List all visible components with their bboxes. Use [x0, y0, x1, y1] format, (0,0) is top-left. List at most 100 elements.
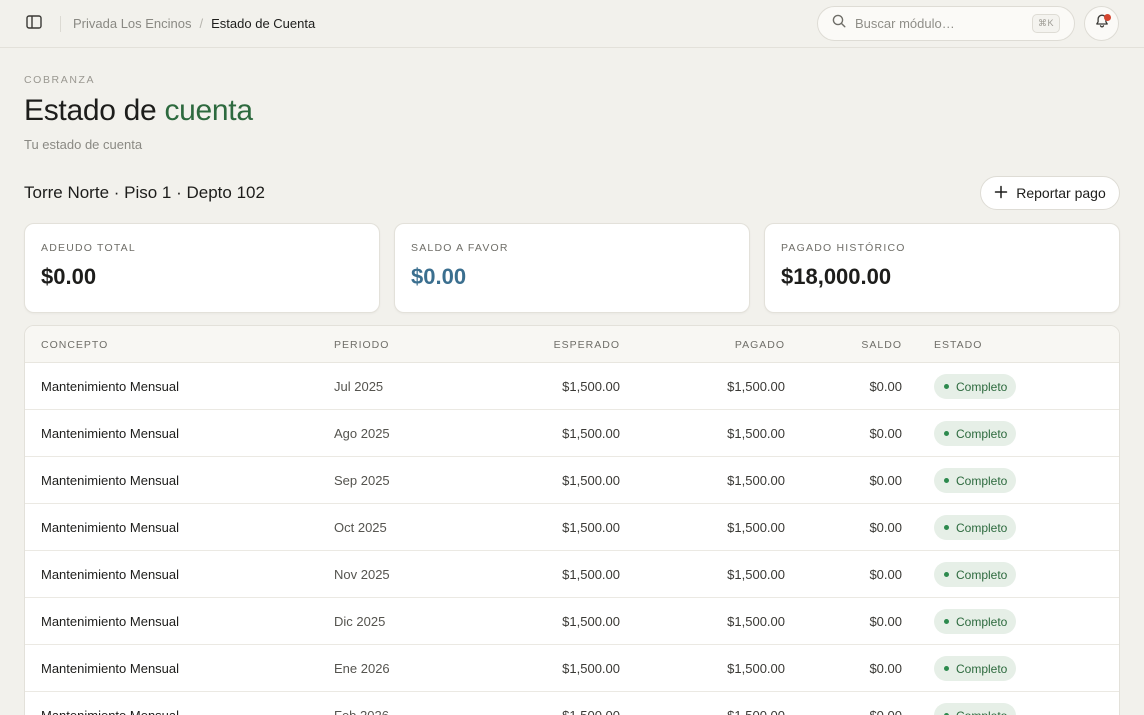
- cell-paid: $1,500.00: [727, 379, 785, 394]
- cell-expected: $1,500.00: [562, 426, 620, 441]
- cell-period: Ago 2025: [334, 426, 390, 441]
- column-header-paid: PAGADO: [734, 339, 785, 351]
- cell-balance: $0.00: [869, 520, 902, 535]
- cell-balance: $0.00: [869, 426, 902, 441]
- cell-expected: $1,500.00: [562, 567, 620, 582]
- status-badge: Completo: [934, 421, 1017, 446]
- total-debt-card: ADEUDO TOTAL $0.00: [24, 223, 380, 313]
- status-badge: Completo: [934, 656, 1017, 681]
- status-badge: Completo: [934, 468, 1017, 493]
- status-label: Completo: [956, 379, 1008, 394]
- cell-expected: $1,500.00: [562, 379, 620, 394]
- column-header-concept: CONCEPTO: [41, 339, 109, 351]
- cell-period: Sep 2025: [334, 473, 390, 488]
- status-dot-icon: [944, 431, 949, 436]
- status-label: Completo: [956, 426, 1008, 441]
- cell-paid: $1,500.00: [727, 661, 785, 676]
- breadcrumb-parent-link[interactable]: Privada Los Encinos: [73, 16, 192, 31]
- cell-paid: $1,500.00: [685, 708, 785, 715]
- status-dot-icon: [944, 666, 949, 671]
- cell-concept: Mantenimiento Mensual: [41, 426, 180, 441]
- card-label: SALDO A FAVOR: [411, 242, 509, 254]
- account-statement-table: CONCEPTO PERIODO ESPERADO PAGADO SALDO E…: [24, 325, 1120, 715]
- cell-balance: $0.00: [802, 708, 902, 715]
- cell-period: Nov 2025: [334, 567, 390, 582]
- table-row[interactable]: Mantenimiento Mensual Ene 2026 $1,500.00 $1…: [25, 645, 1119, 692]
- historical-paid-card: PAGADO HISTÓRICO $18,000.00: [764, 223, 1120, 313]
- cell-period: Ene 2026: [334, 661, 390, 676]
- top-bar: Privada Los Encinos / Estado de Cuenta B…: [0, 0, 1144, 48]
- breadcrumb-current: Estado de Cuenta: [211, 16, 316, 31]
- column-header-status: ESTADO: [934, 339, 983, 351]
- cell-balance: $0.00: [869, 567, 902, 582]
- page-title-accent: cuenta: [164, 94, 253, 127]
- report-payment-label: Reportar pago: [1016, 185, 1106, 201]
- card-value: $18,000.00: [781, 264, 892, 289]
- notifications-button[interactable]: [1084, 6, 1119, 41]
- cell-concept: Mantenimiento Mensual: [41, 567, 180, 582]
- status-label: Completo: [956, 473, 1008, 488]
- page-title: Estado de cuenta: [24, 94, 253, 128]
- status-dot-icon: [944, 572, 949, 577]
- cell-concept: Mantenimiento Mensual: [41, 708, 179, 715]
- module-search[interactable]: Buscar módulo… ⌘K: [817, 6, 1075, 41]
- cell-expected: $1,500.00: [562, 473, 620, 488]
- cell-period: Jul 2025: [334, 379, 384, 394]
- breadcrumb-divider: [60, 15, 61, 32]
- table-row[interactable]: Mantenimiento Mensual Nov 2025 $1,500.00 $1…: [25, 551, 1119, 598]
- cell-period: Feb 2026: [334, 708, 389, 715]
- cell-concept: Mantenimiento Mensual: [41, 520, 180, 535]
- status-dot-icon: [944, 384, 949, 389]
- report-payment-button[interactable]: Reportar pago: [980, 176, 1120, 210]
- status-badge: Completo: [934, 515, 1017, 540]
- cell-concept: Mantenimiento Mensual: [41, 473, 180, 488]
- notification-dot: [1104, 14, 1111, 21]
- cell-paid: $1,500.00: [727, 614, 785, 629]
- sidebar-toggle-icon: [26, 14, 42, 34]
- card-value: $0.00: [41, 264, 97, 289]
- search-input[interactable]: Buscar módulo…: [855, 16, 1032, 31]
- table-row[interactable]: Mantenimiento Mensual Sep 2025 $1,500.00 $1…: [25, 457, 1119, 504]
- cell-expected: $1,500.00: [562, 661, 620, 676]
- cell-period: Oct 2025: [334, 520, 387, 535]
- cell-concept: Mantenimiento Mensual: [41, 661, 180, 676]
- status-badge: Completo: [934, 703, 1017, 715]
- page-subtitle: Tu estado de cuenta: [24, 137, 143, 152]
- unit-title: Torre Norte · Piso 1 · Depto 102: [24, 183, 265, 202]
- cell-balance: $0.00: [869, 379, 902, 394]
- cell-period: Dic 2025: [334, 614, 386, 629]
- cell-concept: Mantenimiento Mensual: [41, 379, 180, 394]
- table-row[interactable]: Mantenimiento Mensual Feb 2026 $1,500.00 $1…: [25, 692, 1119, 715]
- cell-paid: $1,500.00: [727, 567, 785, 582]
- table-row[interactable]: Mantenimiento Mensual Ago 2025 $1,500.00 $1…: [25, 410, 1119, 457]
- cell-concept: Mantenimiento Mensual: [41, 614, 180, 629]
- cell-expected: $1,500.00: [520, 708, 620, 715]
- table-row[interactable]: Mantenimiento Mensual Oct 2025 $1,500.00 $1…: [25, 504, 1119, 551]
- sidebar-toggle-button[interactable]: [24, 14, 44, 34]
- cell-expected: $1,500.00: [562, 520, 620, 535]
- table-header: CONCEPTO PERIODO ESPERADO PAGADO SALDO E…: [25, 326, 1119, 363]
- column-header-expected: ESPERADO: [553, 339, 620, 351]
- status-badge: Completo: [934, 374, 1017, 399]
- status-badge: Completo: [934, 562, 1017, 587]
- card-value: $0.00: [411, 264, 467, 289]
- status-label: Completo: [956, 614, 1008, 629]
- section-eyebrow: COBRANZA: [24, 74, 96, 86]
- status-dot-icon: [944, 619, 949, 624]
- table-row[interactable]: Mantenimiento Mensual Jul 2025 $1,500.00 $1…: [25, 363, 1119, 410]
- column-header-period: PERIODO: [334, 339, 390, 351]
- cell-paid: $1,500.00: [727, 426, 785, 441]
- table-body: Mantenimiento Mensual Jul 2025 $1,500.00 $1…: [25, 363, 1119, 715]
- status-label: Completo: [956, 709, 1007, 715]
- status-label: Completo: [956, 520, 1008, 535]
- table-row[interactable]: Mantenimiento Mensual Dic 2025 $1,500.00 $1…: [25, 598, 1119, 645]
- column-header-balance: SALDO: [861, 339, 902, 351]
- status-dot-icon: [944, 478, 949, 483]
- breadcrumb: Privada Los Encinos / Estado de Cuenta: [60, 0, 315, 47]
- status-label: Completo: [956, 661, 1008, 676]
- status-badge: Completo: [934, 609, 1017, 634]
- cell-expected: $1,500.00: [562, 614, 620, 629]
- cell-paid: $1,500.00: [727, 520, 785, 535]
- breadcrumb-separator: /: [199, 16, 204, 31]
- cell-balance: $0.00: [869, 473, 902, 488]
